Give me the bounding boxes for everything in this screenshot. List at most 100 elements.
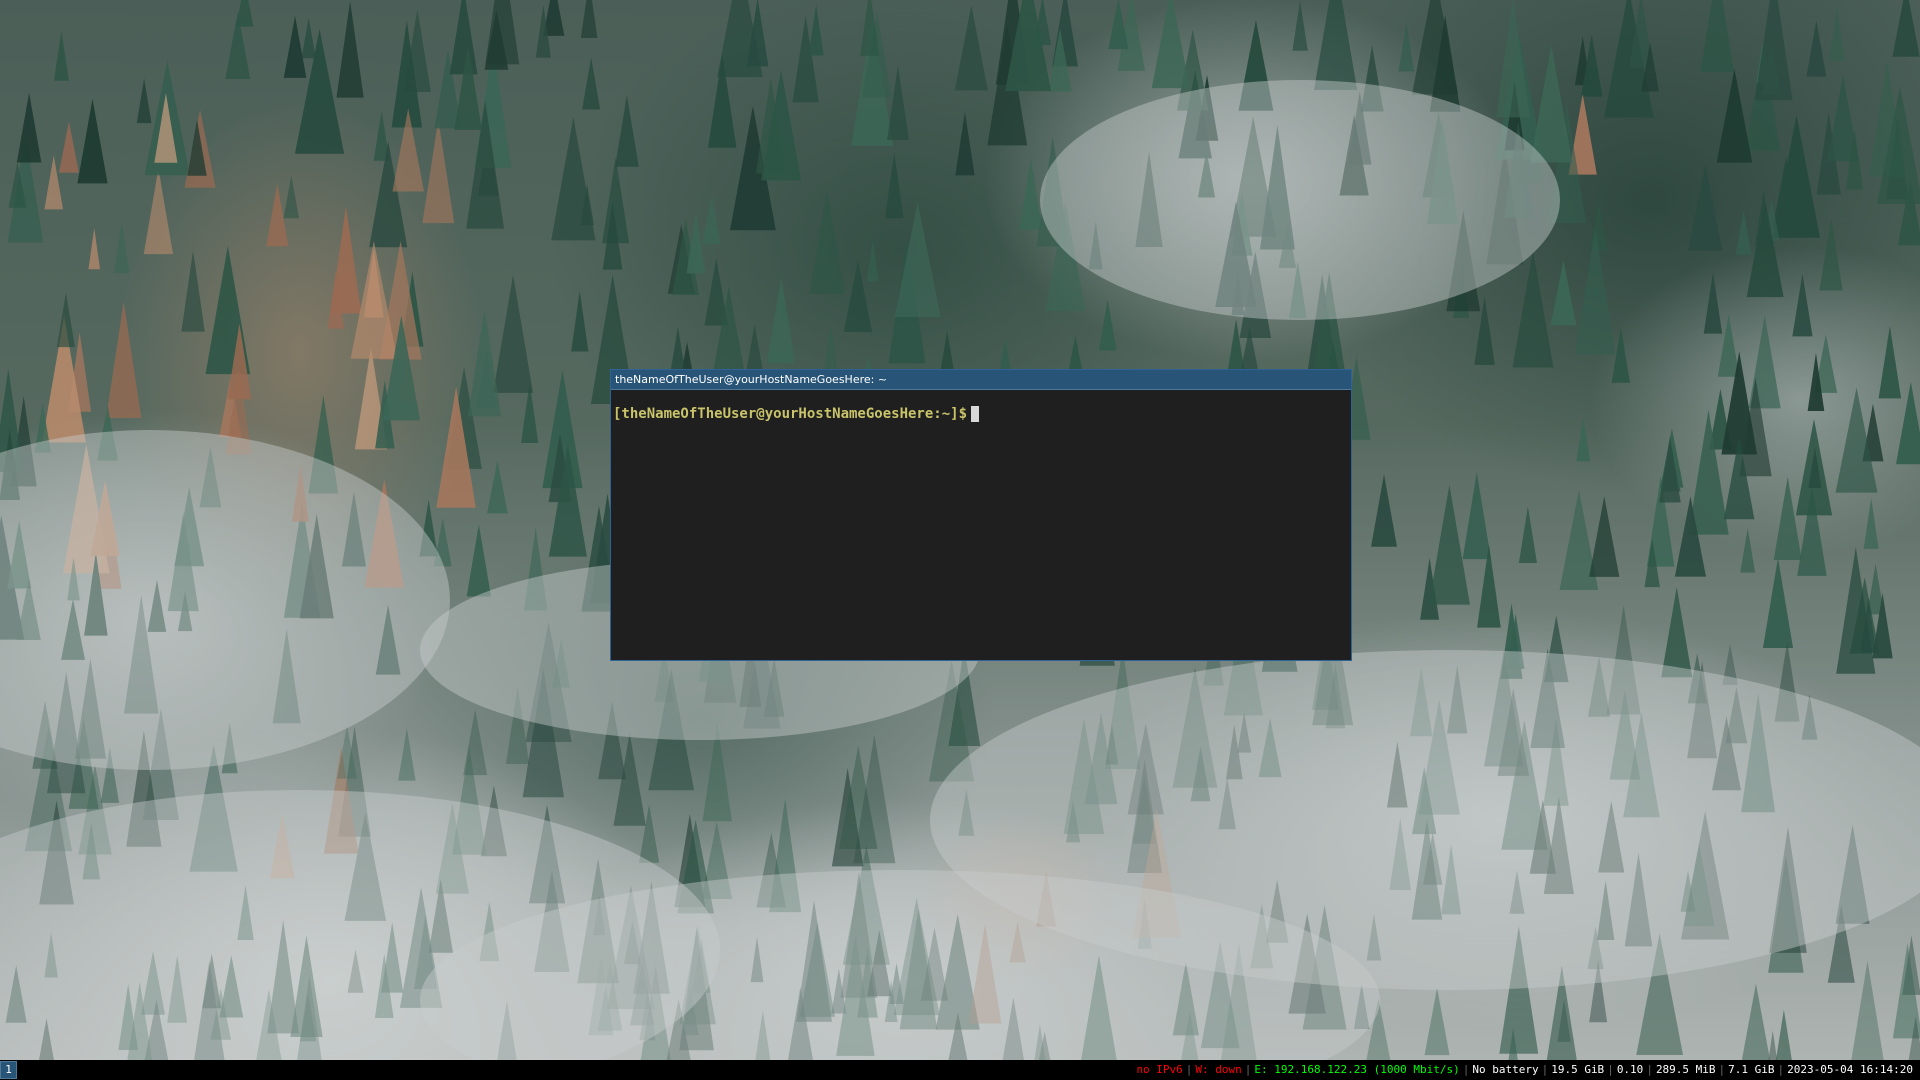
tree-shape (1819, 218, 1843, 291)
shell-prompt: [theNameOfTheUser@yourHostNameGoesHere:~… (613, 406, 968, 422)
tree-shape (467, 308, 502, 417)
tree-shape (493, 275, 534, 393)
tree-shape (894, 201, 941, 317)
status-separator: | (1646, 1063, 1653, 1076)
tree-shape (1589, 496, 1620, 577)
tree-shape (1314, 0, 1358, 90)
status-datetime: 2023-05-04 16:14:20 (1787, 1063, 1913, 1076)
terminal-title: theNameOfTheUser@yourHostNameGoesHere: ~ (615, 373, 888, 386)
tree-shape (1462, 472, 1491, 560)
terminal-window[interactable]: theNameOfTheUser@yourHostNameGoesHere: ~… (610, 369, 1352, 661)
tree-shape (301, 17, 316, 59)
tree-shape (1019, 158, 1043, 230)
tree-shape (1792, 273, 1813, 337)
tree-shape (571, 290, 589, 352)
tree-shape (1589, 202, 1608, 251)
tree-shape (551, 117, 596, 241)
tree-shape (336, 1, 364, 98)
tree-shape (1735, 210, 1752, 255)
tree-shape (885, 152, 904, 219)
tree-shape (143, 168, 174, 255)
tree-shape (1716, 68, 1753, 163)
tree-shape (808, 4, 824, 56)
tree-shape (1773, 476, 1802, 560)
tree-shape (843, 260, 873, 332)
tree-shape (398, 728, 416, 781)
tree-shape (1740, 528, 1756, 573)
tree-shape (294, 29, 345, 154)
status-separator: | (1541, 1063, 1549, 1076)
tree-shape (1661, 587, 1693, 678)
tree-shape (1700, 0, 1734, 73)
tree-shape (1518, 506, 1537, 563)
tree-shape (1292, 0, 1308, 51)
tree-shape (866, 240, 879, 282)
terminal-titlebar[interactable]: theNameOfTheUser@yourHostNameGoesHere: ~ (611, 370, 1351, 390)
tree-shape (136, 78, 152, 124)
tree-shape (1611, 327, 1630, 383)
status-items: no IPv6 | W: down | E: 192.168.122.23 (1… (1133, 1060, 1916, 1080)
tree-shape (422, 119, 455, 224)
status-memory-used: 289.5 MiB (1655, 1063, 1716, 1076)
tree-shape (580, 0, 598, 39)
text-cursor (971, 406, 980, 422)
status-disk: 19.5 GiB (1551, 1063, 1605, 1076)
tree-shape (56, 292, 75, 348)
tree-shape (1108, 0, 1129, 50)
mist-shape (0, 430, 450, 770)
tree-shape (1428, 484, 1470, 605)
workspace-button-1[interactable]: 1 (0, 1061, 17, 1079)
status-separator: | (1244, 1063, 1252, 1076)
tree-shape (955, 111, 975, 176)
shell-prompt-line: [theNameOfTheUser@yourHostNameGoesHere:~… (613, 406, 1351, 422)
tree-shape (466, 524, 492, 597)
status-separator: | (1718, 1063, 1726, 1076)
tree-shape (1754, 0, 1793, 101)
status-separator: | (1777, 1063, 1785, 1076)
tree-shape (1575, 228, 1616, 355)
tree-shape (615, 95, 639, 167)
tree-shape (1550, 260, 1577, 326)
tree-shape (283, 175, 300, 219)
mist-shape (1040, 80, 1560, 320)
tree-shape (449, 0, 478, 75)
tree-shape (1717, 314, 1740, 377)
status-bar: 1 no IPv6 | W: down | E: 192.168.122.23 … (0, 1060, 1920, 1080)
tree-shape (1398, 23, 1415, 72)
tree-shape (113, 221, 130, 274)
status-ethernet: E: 192.168.122.23 (1000 Mbit/s) (1254, 1063, 1460, 1076)
tree-shape (582, 57, 601, 110)
tree-shape (1806, 20, 1827, 77)
tree-shape (1688, 164, 1723, 251)
tree-shape (1773, 114, 1821, 238)
tree-shape (1530, 44, 1573, 163)
status-wireless: W: down (1195, 1063, 1242, 1076)
status-battery: No battery (1472, 1063, 1539, 1076)
tree-shape (1576, 417, 1591, 462)
tree-shape (1863, 498, 1879, 549)
status-separator: | (1185, 1063, 1193, 1076)
tree-shape (954, 5, 988, 91)
tree-shape (1371, 474, 1397, 547)
terminal-content[interactable]: [theNameOfTheUser@yourHostNameGoesHere:~… (611, 390, 1351, 660)
status-ipv6: no IPv6 (1136, 1063, 1183, 1076)
tree-shape (809, 191, 845, 295)
tree-shape (1424, 987, 1450, 1056)
tree-shape (16, 92, 42, 163)
status-separator: | (1462, 1063, 1470, 1076)
tree-shape (1496, 0, 1530, 118)
tree-shape (887, 65, 909, 141)
tree-shape (88, 228, 101, 270)
tree-shape (1151, 0, 1190, 89)
tree-shape (1762, 557, 1794, 648)
status-memory-total: 7.1 GiB (1728, 1063, 1775, 1076)
tree-shape (1703, 272, 1723, 334)
tree-shape (77, 98, 108, 184)
tree-shape (767, 277, 796, 364)
tree-shape (181, 250, 205, 332)
tree-shape (283, 16, 307, 78)
desktop-wallpaper: theNameOfTheUser@yourHostNameGoesHere: ~… (0, 0, 1920, 1060)
tree-shape (1878, 326, 1902, 399)
tree-shape (487, 460, 508, 514)
tree-shape (44, 155, 64, 210)
